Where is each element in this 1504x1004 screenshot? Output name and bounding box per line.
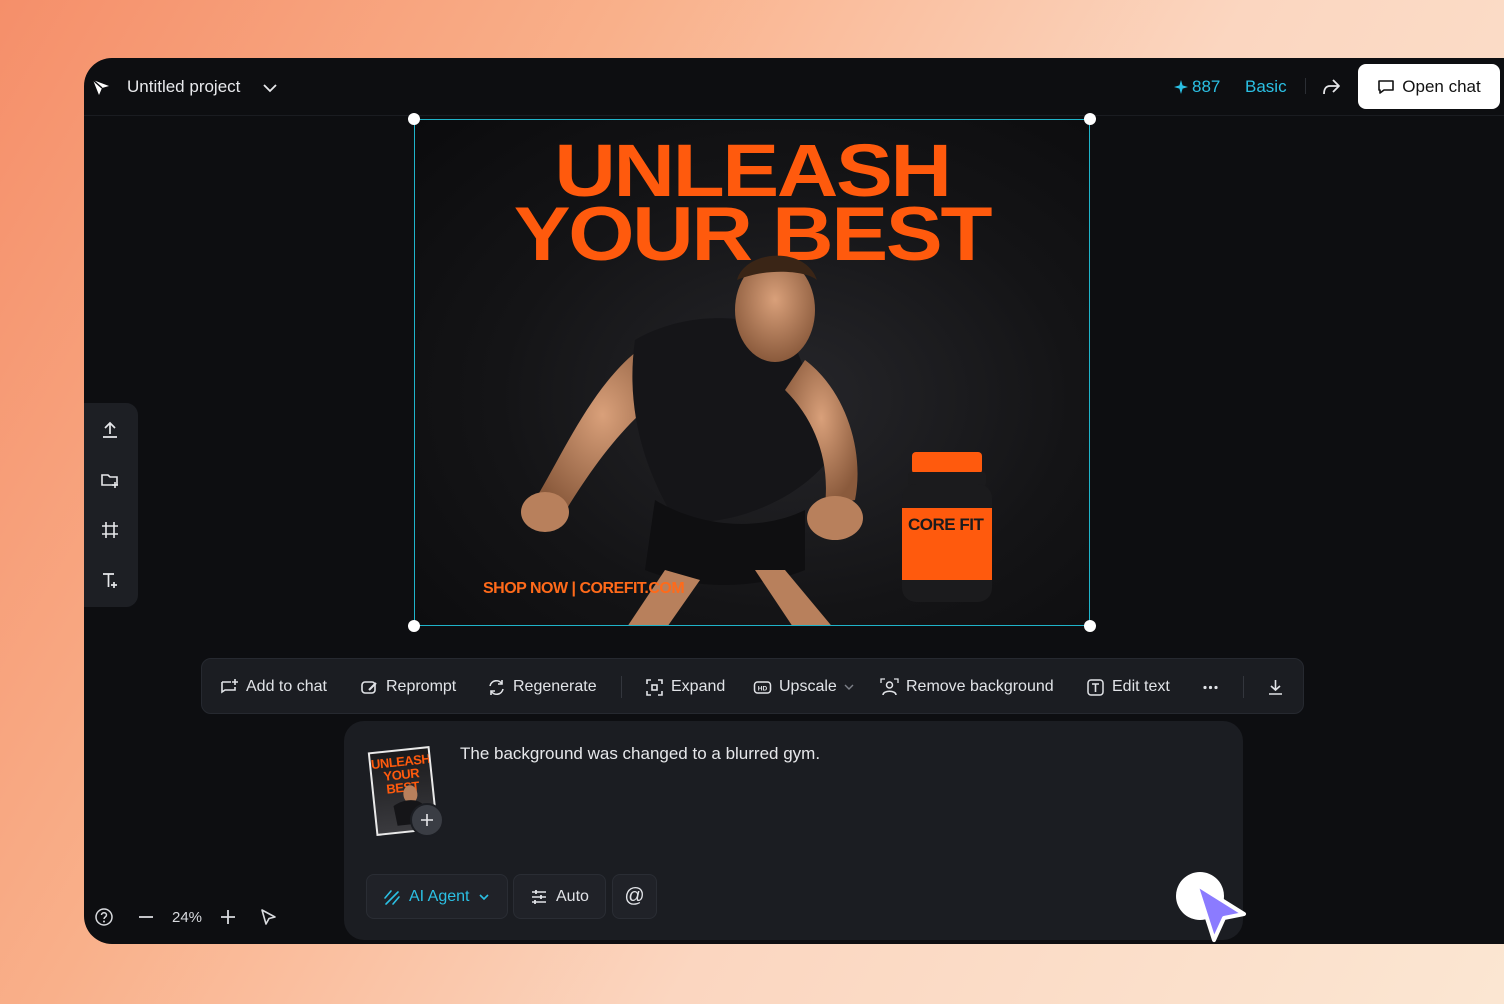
- ellipsis-icon: [1203, 685, 1218, 689]
- expand-button[interactable]: Expand: [645, 676, 725, 698]
- upscale-label: Upscale: [779, 678, 837, 695]
- refresh-icon: [489, 679, 504, 695]
- app-logo-icon[interactable]: [92, 78, 110, 96]
- divider: [1305, 78, 1306, 94]
- hd-icon: HD: [753, 680, 772, 694]
- resize-handle-bottom-right[interactable]: [1084, 620, 1096, 632]
- upscale-button[interactable]: HD Upscale: [753, 676, 854, 698]
- sparkle-icon: [1174, 80, 1188, 94]
- send-button[interactable]: [1174, 870, 1264, 944]
- zoom-in-icon[interactable]: [218, 907, 238, 927]
- sliders-icon: [532, 889, 546, 904]
- selected-image-frame[interactable]: UNLEASH YOUR BEST CORE FIT SHOP NOW | CO…: [408, 113, 1096, 632]
- crop-icon[interactable]: [100, 520, 120, 540]
- plan-badge[interactable]: Basic: [1245, 77, 1287, 97]
- chat-message: The background was changed to a blurred …: [460, 744, 821, 763]
- edit-box-icon: [361, 680, 377, 694]
- remove-background-label: Remove background: [906, 678, 1054, 695]
- divider: [1243, 676, 1244, 698]
- reprompt-button[interactable]: Reprompt: [360, 676, 456, 698]
- athlete-illustration: [521, 255, 863, 625]
- mention-button[interactable]: @: [612, 874, 657, 919]
- edit-text-label: Edit text: [1112, 678, 1170, 695]
- chat-input-panel: UNLEASH YOUR BEST The background was cha…: [344, 721, 1243, 940]
- mention-label: @: [624, 885, 645, 907]
- chat-bubble-icon: [1378, 79, 1395, 94]
- credits-value: 887: [1192, 77, 1221, 96]
- resize-handle-bottom-left[interactable]: [408, 620, 420, 632]
- zoom-controls: 24%: [94, 906, 278, 928]
- plus-icon: [421, 814, 433, 826]
- expand-icon: [646, 678, 663, 696]
- zoom-out-icon[interactable]: [136, 907, 156, 927]
- zoom-level: 24%: [172, 908, 203, 926]
- open-chat-label: Open chat: [1402, 76, 1481, 96]
- remove-background-button[interactable]: Remove background: [880, 676, 1054, 698]
- edit-text-button[interactable]: Edit text: [1086, 676, 1170, 698]
- expand-label: Expand: [671, 678, 726, 695]
- upload-icon[interactable]: [100, 420, 120, 440]
- share-icon[interactable]: [1320, 76, 1342, 98]
- regenerate-label: Regenerate: [513, 678, 597, 695]
- svg-text:HD: HD: [758, 685, 768, 692]
- download-button[interactable]: [1266, 676, 1285, 698]
- person-cutout-icon: [880, 677, 899, 695]
- ai-agent-dropdown[interactable]: AI Agent: [366, 874, 508, 919]
- left-toolbar: [84, 403, 138, 607]
- product-label: CORE FIT: [908, 515, 984, 534]
- resize-handle-top-right[interactable]: [1084, 113, 1096, 125]
- chevron-down-icon: [478, 893, 489, 900]
- text-box-icon: [1087, 678, 1104, 696]
- reprompt-label: Reprompt: [386, 678, 457, 695]
- agent-icon: [384, 889, 400, 905]
- download-icon: [1269, 679, 1282, 695]
- open-chat-button[interactable]: Open chat: [1358, 64, 1500, 109]
- regenerate-button[interactable]: Regenerate: [487, 676, 597, 698]
- chat-add-icon: [221, 678, 238, 693]
- add-attachment-button[interactable]: [410, 803, 444, 837]
- help-icon[interactable]: [94, 907, 114, 927]
- credits-counter[interactable]: 887: [1174, 77, 1220, 97]
- chevron-down-icon[interactable]: [262, 80, 278, 96]
- add-to-chat-button[interactable]: Add to chat: [220, 676, 327, 698]
- top-bar: Untitled project 887 Basic Open chat: [84, 58, 1504, 116]
- mode-auto-button[interactable]: Auto: [513, 874, 606, 919]
- mode-label: Auto: [556, 887, 589, 905]
- more-options-button[interactable]: [1201, 676, 1220, 698]
- app-window: Untitled project 887 Basic Open chat UNL…: [84, 58, 1504, 944]
- folder-add-icon[interactable]: [100, 470, 120, 490]
- poster-footer-text: SHOP NOW | COREFIT.COM: [483, 580, 685, 597]
- select-tool-icon[interactable]: [258, 907, 278, 927]
- poster-image[interactable]: UNLEASH YOUR BEST CORE FIT SHOP NOW | CO…: [415, 120, 1089, 625]
- add-text-icon[interactable]: [100, 570, 120, 590]
- resize-handle-top-left[interactable]: [408, 113, 420, 125]
- ai-agent-label: AI Agent: [409, 887, 470, 905]
- image-action-bar: Add to chat Reprompt Regenerate Expand H…: [201, 658, 1304, 714]
- divider: [621, 676, 622, 698]
- add-to-chat-label: Add to chat: [246, 678, 327, 695]
- chevron-down-icon: [844, 684, 854, 690]
- project-title[interactable]: Untitled project: [127, 77, 240, 97]
